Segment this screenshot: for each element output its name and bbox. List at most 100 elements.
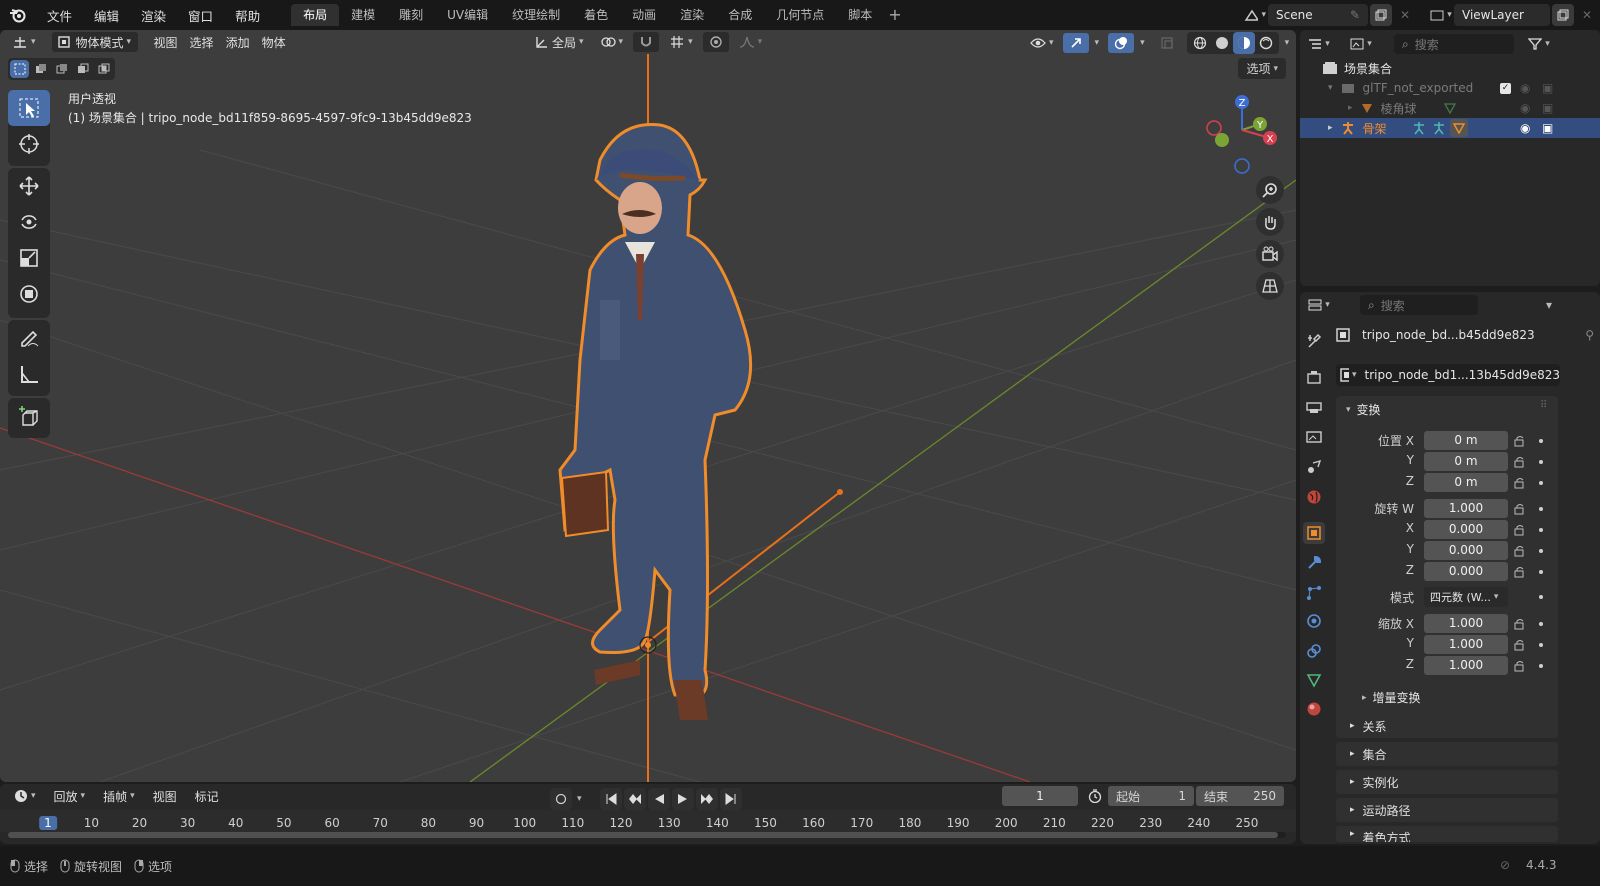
menu-help[interactable]: 帮助 <box>224 6 271 25</box>
keyframe-dot[interactable] <box>1539 664 1543 668</box>
render-tab-icon[interactable] <box>1303 366 1325 388</box>
expand-chevron-icon[interactable]: ▾ <box>1328 83 1333 93</box>
jump-start-icon[interactable] <box>599 788 622 810</box>
select-invert-icon[interactable] <box>73 60 92 78</box>
gizmo-toggle[interactable] <box>1062 33 1089 53</box>
measure-tool[interactable] <box>8 356 50 392</box>
gizmo-neg-z[interactable] <box>1234 158 1250 174</box>
menu-render[interactable]: 渲染 <box>130 6 177 25</box>
transform-tool[interactable] <box>8 276 50 312</box>
timeline-view-menu[interactable]: 视图 <box>147 786 183 806</box>
tab-uv-editing[interactable]: UV编辑 <box>435 4 500 26</box>
scale-y-field[interactable]: 1.000 <box>1424 635 1508 654</box>
pivot-dropdown[interactable]: ▾ <box>594 32 630 52</box>
timeline-scrollbar[interactable] <box>8 832 1286 838</box>
lock-icon[interactable] <box>1514 456 1526 468</box>
lock-icon[interactable] <box>1514 618 1526 630</box>
scene-icon[interactable]: ▾ <box>1244 4 1266 26</box>
view-layer-field[interactable]: ViewLayer <box>1454 4 1550 26</box>
lock-icon[interactable] <box>1514 639 1526 651</box>
tab-modeling[interactable]: 建模 <box>339 4 387 26</box>
pin-icon[interactable]: ✎ <box>1350 8 1360 22</box>
gizmo-dropdown[interactable]: ▾ <box>1095 38 1100 48</box>
tab-geometry-nodes[interactable]: 几何节点 <box>764 4 836 26</box>
particles-tab-icon[interactable] <box>1303 582 1325 604</box>
play-icon[interactable] <box>671 788 694 810</box>
exclude-checkbox[interactable]: ✓ <box>1500 82 1511 94</box>
drag-handle-icon[interactable]: ⠿ <box>1540 400 1547 411</box>
xray-toggle[interactable] <box>1154 33 1180 53</box>
end-frame-field[interactable]: 结束 250 <box>1196 786 1284 806</box>
start-frame-field[interactable]: 起始 1 <box>1108 786 1194 806</box>
outliner-row-mesh[interactable]: ▸ 棱角球 ◉ ▣ <box>1300 98 1600 118</box>
play-reverse-icon[interactable] <box>647 788 670 810</box>
rotation-y-field[interactable]: 0.000 <box>1424 541 1508 560</box>
properties-search-field[interactable]: ⌕ 搜索 <box>1360 295 1478 315</box>
menu-file[interactable]: 文件 <box>36 6 83 25</box>
tab-sculpting[interactable]: 雕刻 <box>387 4 435 26</box>
perspective-toggle-button[interactable] <box>1256 272 1284 300</box>
pan-button[interactable] <box>1256 208 1284 236</box>
snap-toggle[interactable] <box>633 32 660 52</box>
object-data-field[interactable]: ▾ tripo_node_bd1...13b45dd9e823 <box>1336 364 1560 386</box>
delete-view-layer-icon[interactable]: ✕ <box>1576 4 1598 26</box>
shading-dropdown[interactable]: ▾ <box>1285 38 1290 48</box>
tab-compositing[interactable]: 合成 <box>716 4 764 26</box>
tab-shading[interactable]: 着色 <box>572 4 620 26</box>
scene-tab-icon[interactable] <box>1303 456 1325 478</box>
select-intersect-icon[interactable] <box>94 60 113 78</box>
filter-icon[interactable]: ▾ <box>1528 33 1550 55</box>
wireframe-shading-icon[interactable] <box>1189 32 1211 54</box>
tab-rendering[interactable]: 渲染 <box>668 4 716 26</box>
preview-range-icon[interactable] <box>1084 786 1106 806</box>
navigation-gizmo[interactable]: Z Y X <box>1200 92 1280 182</box>
scene-name-field[interactable]: Scene ✎ <box>1268 4 1368 26</box>
delete-scene-icon[interactable]: ✕ <box>1394 4 1416 26</box>
lock-icon[interactable] <box>1514 660 1526 672</box>
section-relations[interactable]: ▸ 关系 <box>1336 714 1558 738</box>
world-tab-icon[interactable] <box>1303 486 1325 508</box>
rotation-w-field[interactable]: 1.000 <box>1424 499 1508 518</box>
menu-view[interactable]: 视图 <box>148 32 184 52</box>
keyframe-dot[interactable] <box>1539 528 1543 532</box>
select-new-icon[interactable] <box>10 60 29 78</box>
keying-menu[interactable]: 插帧 ▾ <box>97 786 141 806</box>
transform-header[interactable]: ▾ 变换 <box>1346 401 1381 418</box>
solid-shading-icon[interactable] <box>1211 32 1233 54</box>
lock-icon[interactable] <box>1514 503 1526 515</box>
child-mesh-icon[interactable] <box>1450 119 1468 137</box>
menu-window[interactable]: 窗口 <box>177 6 224 25</box>
overlay-dropdown[interactable]: ▾ <box>1140 38 1145 48</box>
blender-logo-icon[interactable] <box>0 0 36 30</box>
tab-texture-paint[interactable]: 纹理绘制 <box>500 4 572 26</box>
rendered-shading-icon[interactable] <box>1255 32 1277 54</box>
menu-add[interactable]: 添加 <box>220 32 256 52</box>
lock-icon[interactable] <box>1514 477 1526 489</box>
playback-menu[interactable]: 回放 ▾ <box>48 786 92 806</box>
visibility-eye-icon[interactable]: ◉ <box>1520 121 1530 135</box>
rotation-z-field[interactable]: 0.000 <box>1424 562 1508 581</box>
visibility-eye-icon[interactable]: ◉ <box>1520 101 1530 115</box>
keyframe-dot[interactable] <box>1539 460 1543 464</box>
rotation-mode-dropdown[interactable]: 四元数 (W... ▾ <box>1424 587 1508 607</box>
menu-edit[interactable]: 编辑 <box>83 6 130 25</box>
auto-key-dropdown[interactable]: ▾ <box>577 794 582 804</box>
auto-key-toggle[interactable] <box>550 788 572 810</box>
visibility-dropdown[interactable]: ▾ <box>1024 33 1060 53</box>
tab-layout[interactable]: 布局 <box>291 4 340 26</box>
expand-chevron-icon[interactable]: ▸ <box>1348 103 1353 113</box>
properties-editor-type-icon[interactable]: ▾ <box>1308 294 1330 316</box>
falloff-dropdown[interactable]: ▾ <box>733 32 769 52</box>
modifier-tab-icon[interactable] <box>1303 552 1325 574</box>
location-y-field[interactable]: 0 m <box>1424 452 1508 471</box>
lock-icon[interactable] <box>1514 566 1526 578</box>
properties-options-dropdown[interactable]: ▾ <box>1546 298 1552 312</box>
outliner-root-row[interactable]: 场景集合 <box>1322 58 1392 78</box>
rotate-tool[interactable] <box>8 204 50 240</box>
new-scene-icon[interactable] <box>1370 4 1392 26</box>
lock-icon[interactable] <box>1514 435 1526 447</box>
location-z-field[interactable]: 0 m <box>1424 473 1508 492</box>
section-collections[interactable]: ▸ 集合 <box>1336 742 1558 766</box>
keyframe-dot[interactable] <box>1539 439 1543 443</box>
next-keyframe-icon[interactable] <box>695 788 718 810</box>
